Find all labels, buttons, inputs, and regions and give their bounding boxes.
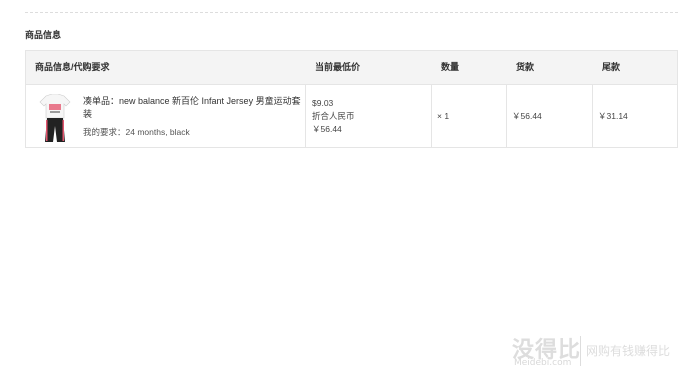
header-product-info: 商品信息/代购要求	[35, 62, 110, 72]
column-divider	[592, 85, 593, 147]
top-dashed-divider	[25, 12, 678, 13]
price-usd: $9.03	[312, 98, 334, 108]
header-balance: 尾款	[602, 62, 621, 72]
table-row: 凑单品：new balance 新百伦 Infant Jersey 男童运动套装…	[26, 85, 677, 147]
section-title: 商品信息	[25, 30, 62, 40]
site-watermark: 没得比 Meidebi.com 网购有钱赚得比	[512, 332, 692, 372]
product-requirement: 我的要求：24 months, black	[83, 127, 190, 137]
column-divider	[506, 85, 507, 147]
header-quantity: 数量	[441, 62, 460, 72]
price-convert-label: 折合人民币	[312, 111, 355, 121]
order-table: 商品信息/代购要求 当前最低价 数量 货款 尾款 凑单品：new balance…	[25, 50, 678, 148]
balance-value: ￥31.14	[598, 111, 628, 121]
watermark-domain: Meidebi.com	[514, 358, 572, 368]
header-lowest-price: 当前最低价	[315, 62, 361, 72]
product-name-link[interactable]: 凑单品：new balance 新百伦 Infant Jersey 男童运动套装	[83, 95, 301, 121]
header-payment: 货款	[516, 62, 535, 72]
product-image[interactable]	[36, 94, 74, 144]
payment-value: ￥56.44	[512, 111, 542, 121]
price-cny: ￥56.44	[312, 124, 342, 134]
table-header: 商品信息/代购要求 当前最低价 数量 货款 尾款	[26, 51, 677, 85]
quantity-value: × 1	[437, 111, 450, 121]
column-divider	[431, 85, 432, 147]
column-divider	[305, 85, 306, 147]
watermark-divider	[580, 336, 581, 366]
watermark-slogan: 网购有钱赚得比	[586, 344, 671, 358]
